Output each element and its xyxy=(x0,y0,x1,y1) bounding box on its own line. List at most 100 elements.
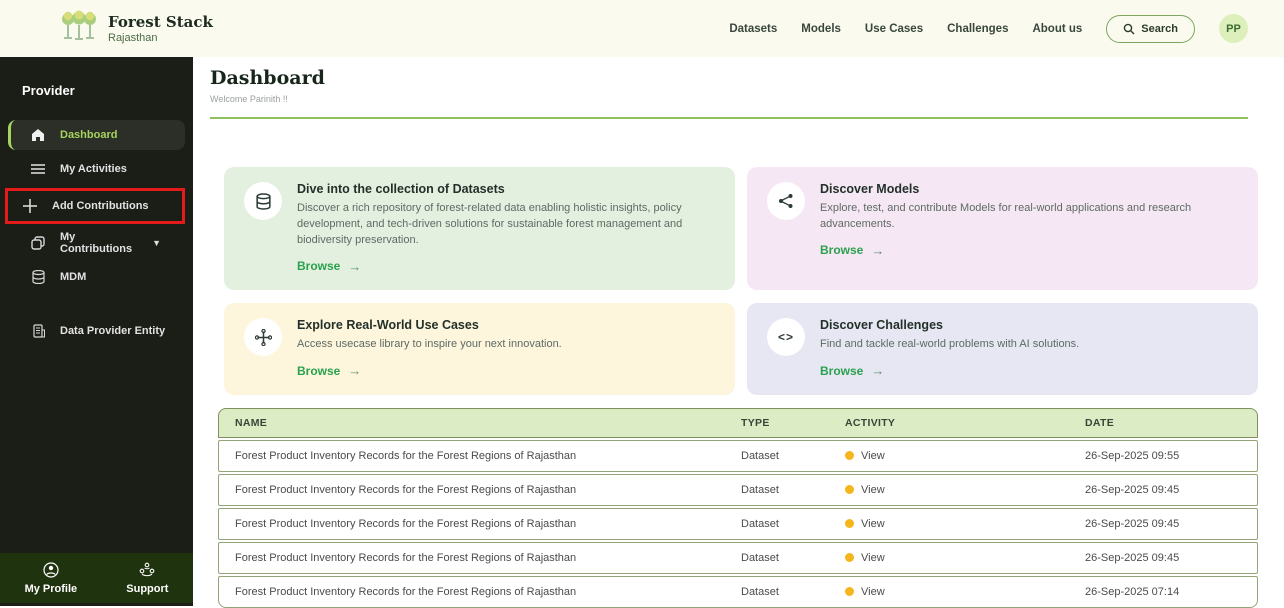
activity-label: View xyxy=(861,484,885,496)
code-icon: <> xyxy=(767,318,805,356)
sidebar-item-label: Dashboard xyxy=(60,129,117,141)
table-row[interactable]: Forest Product Inventory Records for the… xyxy=(218,576,1258,608)
sidebar-item-mdm[interactable]: MDM xyxy=(8,262,185,292)
cell-name: Forest Product Inventory Records for the… xyxy=(219,577,725,607)
card-description: Access usecase library to inspire your n… xyxy=(297,337,562,353)
activity-label: View xyxy=(861,450,885,462)
page: Forest Stack Rajasthan Datasets Models U… xyxy=(0,0,1284,606)
cell-type: Dataset xyxy=(725,509,829,539)
status-dot xyxy=(845,451,854,460)
browse-label: Browse xyxy=(820,364,863,378)
copy-icon xyxy=(30,235,46,251)
browse-label: Browse xyxy=(297,364,340,378)
sidebar-section-title: Provider xyxy=(0,57,193,98)
nav-use-cases[interactable]: Use Cases xyxy=(865,23,923,35)
annotation-red-box: Add Contributions xyxy=(5,188,185,224)
logo[interactable]: Forest Stack Rajasthan xyxy=(60,7,213,50)
person-circle-icon xyxy=(43,562,59,581)
divider xyxy=(210,117,1248,119)
card-description: Find and tackle real-world problems with… xyxy=(820,337,1079,353)
nav-models[interactable]: Models xyxy=(801,23,841,35)
sidebar-item-data-provider-entity[interactable]: Data Provider Entity xyxy=(8,316,185,346)
arrow-right-icon: → xyxy=(871,363,884,378)
sidebar: Provider Dashboard My Activities xyxy=(0,57,193,606)
search-button[interactable]: Search xyxy=(1106,15,1195,43)
status-dot xyxy=(845,587,854,596)
table-row[interactable]: Forest Product Inventory Records for the… xyxy=(218,440,1258,472)
column-header-date: DATE xyxy=(1069,409,1257,437)
home-icon xyxy=(30,127,46,143)
sidebar-item-my-contributions[interactable]: My Contributions ▼ xyxy=(8,228,185,258)
welcome-text: Welcome Parinith !! xyxy=(210,94,1260,104)
browse-challenges-link[interactable]: Browse → xyxy=(820,363,884,378)
card-use-cases[interactable]: Explore Real-World Use Cases Access usec… xyxy=(224,303,735,394)
share-network-icon xyxy=(767,182,805,220)
brand-subtitle: Rajasthan xyxy=(108,32,213,44)
feature-cards: Dive into the collection of Datasets Dis… xyxy=(224,167,1258,395)
sidebar-item-label: My Contributions xyxy=(60,231,138,255)
column-header-name: NAME xyxy=(219,409,725,437)
main-content: Dashboard Welcome Parinith !! Dive into … xyxy=(193,57,1284,606)
column-header-type: TYPE xyxy=(725,409,829,437)
card-title: Explore Real-World Use Cases xyxy=(297,318,562,332)
sidebar-item-label: MDM xyxy=(60,271,86,283)
sidebar-item-dashboard[interactable]: Dashboard xyxy=(8,120,185,150)
card-challenges[interactable]: <> Discover Challenges Find and tackle r… xyxy=(747,303,1258,394)
database-icon xyxy=(30,269,46,285)
cell-date: 26-Sep-2025 09:45 xyxy=(1069,475,1257,505)
card-description: Explore, test, and contribute Models for… xyxy=(820,201,1238,233)
table-row[interactable]: Forest Product Inventory Records for the… xyxy=(218,542,1258,574)
table-header-row: NAME TYPE ACTIVITY DATE xyxy=(218,408,1258,438)
cell-date: 26-Sep-2025 07:14 xyxy=(1069,577,1257,607)
cell-date: 26-Sep-2025 09:45 xyxy=(1069,509,1257,539)
sidebar-footer: My Profile Support xyxy=(0,553,193,603)
cell-activity: View xyxy=(829,577,1069,607)
table-row[interactable]: Forest Product Inventory Records for the… xyxy=(218,474,1258,506)
sidebar-item-my-activities[interactable]: My Activities xyxy=(8,154,185,184)
my-profile-button[interactable]: My Profile xyxy=(25,562,78,595)
activity-label: View xyxy=(861,552,885,564)
nav-challenges[interactable]: Challenges xyxy=(947,23,1008,35)
forest-stack-logo-icon xyxy=(60,7,98,50)
browse-use-cases-link[interactable]: Browse → xyxy=(297,363,361,378)
people-icon xyxy=(138,562,156,581)
cell-type: Dataset xyxy=(725,475,829,505)
cell-activity: View xyxy=(829,475,1069,505)
table-row[interactable]: Forest Product Inventory Records for the… xyxy=(218,508,1258,540)
plus-icon xyxy=(22,198,38,214)
status-dot xyxy=(845,553,854,562)
sidebar-nav: Dashboard My Activities Add Contribution… xyxy=(0,120,193,346)
card-description: Discover a rich repository of forest-rel… xyxy=(297,201,715,249)
avatar[interactable]: PP xyxy=(1219,14,1248,43)
column-header-activity: ACTIVITY xyxy=(829,409,1069,437)
support-button[interactable]: Support xyxy=(126,562,168,595)
browse-datasets-link[interactable]: Browse → xyxy=(297,259,361,274)
browse-label: Browse xyxy=(820,243,863,257)
card-datasets[interactable]: Dive into the collection of Datasets Dis… xyxy=(224,167,735,290)
sidebar-item-add-contributions[interactable]: Add Contributions xyxy=(8,191,182,221)
move-cross-icon xyxy=(244,318,282,356)
browse-models-link[interactable]: Browse → xyxy=(820,243,884,258)
card-title: Discover Challenges xyxy=(820,318,1079,332)
cell-name: Forest Product Inventory Records for the… xyxy=(219,475,725,505)
nav-about-us[interactable]: About us xyxy=(1032,23,1082,35)
cell-type: Dataset xyxy=(725,577,829,607)
sidebar-item-label: Add Contributions xyxy=(52,200,149,212)
cell-date: 26-Sep-2025 09:55 xyxy=(1069,441,1257,471)
activity-table: NAME TYPE ACTIVITY DATE Forest Product I… xyxy=(218,408,1258,608)
top-header: Forest Stack Rajasthan Datasets Models U… xyxy=(0,0,1284,57)
cell-date: 26-Sep-2025 09:45 xyxy=(1069,543,1257,573)
card-models[interactable]: Discover Models Explore, test, and contr… xyxy=(747,167,1258,290)
arrow-right-icon: → xyxy=(871,243,884,258)
top-nav: Datasets Models Use Cases Challenges Abo… xyxy=(729,14,1248,43)
cell-name: Forest Product Inventory Records for the… xyxy=(219,543,725,573)
card-title: Dive into the collection of Datasets xyxy=(297,182,715,196)
cell-name: Forest Product Inventory Records for the… xyxy=(219,441,725,471)
nav-datasets[interactable]: Datasets xyxy=(729,23,777,35)
search-button-label: Search xyxy=(1141,23,1178,35)
card-title: Discover Models xyxy=(820,182,1238,196)
chevron-down-icon[interactable]: ▼ xyxy=(152,238,161,248)
arrow-right-icon: → xyxy=(348,363,361,378)
brand-title: Forest Stack xyxy=(108,13,213,31)
sidebar-item-label: My Activities xyxy=(60,163,127,175)
